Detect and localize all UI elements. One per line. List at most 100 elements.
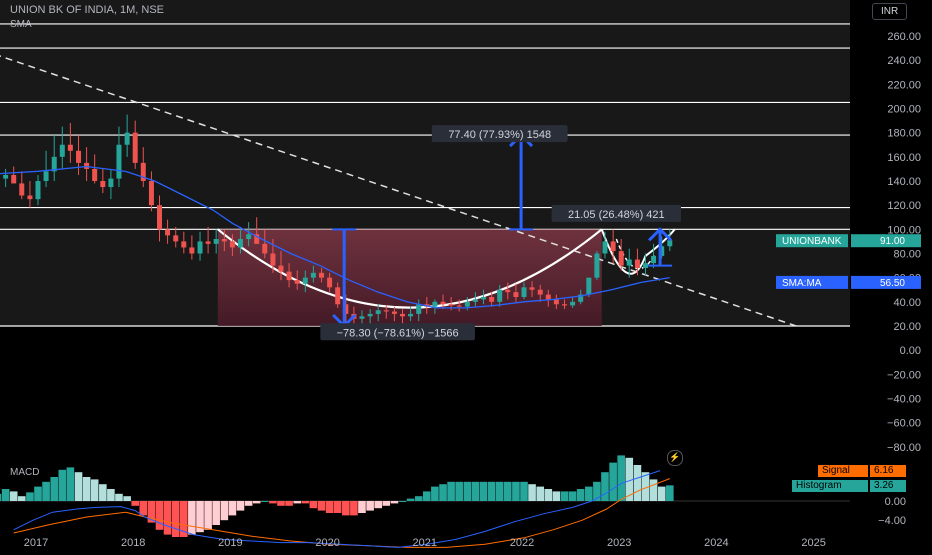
histogram-bar <box>82 477 91 501</box>
price-tick-label: 240.00 <box>887 55 921 67</box>
histogram-bar <box>536 486 545 501</box>
candle-body <box>480 297 486 300</box>
candle-body <box>43 171 49 181</box>
histogram-bar <box>479 481 488 501</box>
histogram-bar <box>366 501 374 511</box>
histogram-bar <box>252 501 261 504</box>
candle-body <box>3 174 9 179</box>
histogram-bar <box>633 465 642 501</box>
histogram-bar <box>666 485 674 501</box>
candle-body <box>537 289 543 295</box>
histogram-bar <box>42 481 50 501</box>
histogram-bar <box>414 496 423 501</box>
candle-body <box>213 239 219 244</box>
histogram-bar <box>325 501 334 513</box>
candle-body <box>545 294 551 300</box>
candle-body <box>262 243 268 254</box>
histogram-bar <box>244 501 253 506</box>
candle-body <box>92 168 98 181</box>
histogram-bar <box>204 501 212 530</box>
histogram-bar <box>301 501 310 504</box>
candle-body <box>278 265 284 272</box>
candle-body <box>100 181 106 188</box>
candle-body <box>383 310 389 312</box>
histogram-bar <box>487 481 496 501</box>
histogram-bar <box>212 501 220 525</box>
histogram-bar <box>657 486 666 501</box>
price-tick-label: 140.00 <box>887 176 921 188</box>
price-tick-label: 40.00 <box>893 297 921 309</box>
candle-body <box>270 253 276 266</box>
histogram-bar <box>601 472 609 501</box>
signal-name: Signal <box>818 465 868 477</box>
candle-body <box>319 272 325 278</box>
time-tick-label: 2021 <box>413 537 437 549</box>
histogram-bar <box>528 484 536 501</box>
histogram-bar <box>439 484 447 501</box>
histogram-bar <box>585 486 593 501</box>
time-tick-label: 2024 <box>704 537 728 549</box>
candle-body <box>400 313 405 317</box>
lightning-icon[interactable]: ⚡ <box>667 450 683 466</box>
histogram-bar <box>228 501 237 516</box>
histogram-bar <box>382 501 391 506</box>
sma-indicator-label[interactable]: SMA <box>6 18 36 31</box>
time-axis: 2017 2018 2019 2020 2021 2022 2023 2024 2025 <box>24 537 826 549</box>
histogram-legend: Histogram 3.26 <box>792 480 906 492</box>
candle-body <box>11 174 17 184</box>
price-tick-label: 20.00 <box>893 321 921 333</box>
candle-body <box>221 239 227 242</box>
currency-badge[interactable]: INR <box>872 3 908 20</box>
histogram-bar <box>66 467 75 501</box>
histogram-bar <box>26 492 34 501</box>
candle-body <box>651 255 657 264</box>
histogram-bar <box>9 491 18 501</box>
measure-label-text: 21.05 (26.48%) 421 <box>568 209 665 221</box>
macd-title[interactable]: MACD <box>6 466 43 479</box>
price-tick-label: 200.00 <box>887 104 921 116</box>
candle-body <box>448 304 454 306</box>
histogram-bar <box>155 501 164 530</box>
price-tick-label: 160.00 <box>887 152 921 164</box>
chart-area[interactable]: 0.00 −4.00 260.00 240.00 220.00 200.00 180.00… <box>0 0 932 550</box>
histogram-bar <box>649 479 658 501</box>
chart-svg[interactable]: 0.00 −4.00 260.00 240.00 220.00 200.00 180.00… <box>0 0 932 550</box>
price-tick-label: 80.00 <box>893 249 921 261</box>
histogram-bar <box>139 501 148 516</box>
candle-body <box>440 301 446 305</box>
histogram-bar <box>17 496 26 501</box>
symbol-title[interactable]: UNION BK OF INDIA, 1M, NSE <box>6 4 168 17</box>
candle-body <box>562 304 568 306</box>
histogram-bar <box>99 484 107 501</box>
histogram-bar <box>171 501 180 537</box>
candle-body <box>416 304 422 314</box>
time-tick-label: 2017 <box>24 537 48 549</box>
candle-body <box>76 150 82 163</box>
candle-body <box>335 287 341 305</box>
price-tag-value: 56.50 <box>880 278 905 289</box>
candle-body <box>553 299 559 305</box>
candle-body <box>132 132 138 163</box>
histogram-bar <box>309 501 318 509</box>
time-tick-label: 2023 <box>607 537 631 549</box>
candle-body <box>108 178 114 188</box>
candle-body <box>197 241 203 254</box>
price-tick-label: −80.00 <box>887 442 921 454</box>
histogram-bar <box>544 489 553 501</box>
macd-tick-label: 0.00 <box>885 496 906 508</box>
histogram-value: 3.26 <box>870 480 906 492</box>
histogram-bar <box>50 477 59 501</box>
histogram-bar <box>390 501 399 504</box>
price-tag-label: SMA:MA <box>782 278 822 289</box>
histogram-bar <box>131 501 139 506</box>
candle-body <box>327 277 333 288</box>
measure-label: 77.40 (77.93%) 1548 <box>431 125 568 143</box>
candle-body <box>367 313 373 317</box>
measure-label-text: −78.30 (−78.61%) −1566 <box>337 327 459 339</box>
histogram-bar <box>495 481 504 501</box>
histogram-bar <box>123 496 131 501</box>
candle-body <box>472 299 478 302</box>
candle-body <box>610 241 616 252</box>
price-tick-label: −40.00 <box>887 394 921 406</box>
histogram-bar <box>277 501 285 506</box>
